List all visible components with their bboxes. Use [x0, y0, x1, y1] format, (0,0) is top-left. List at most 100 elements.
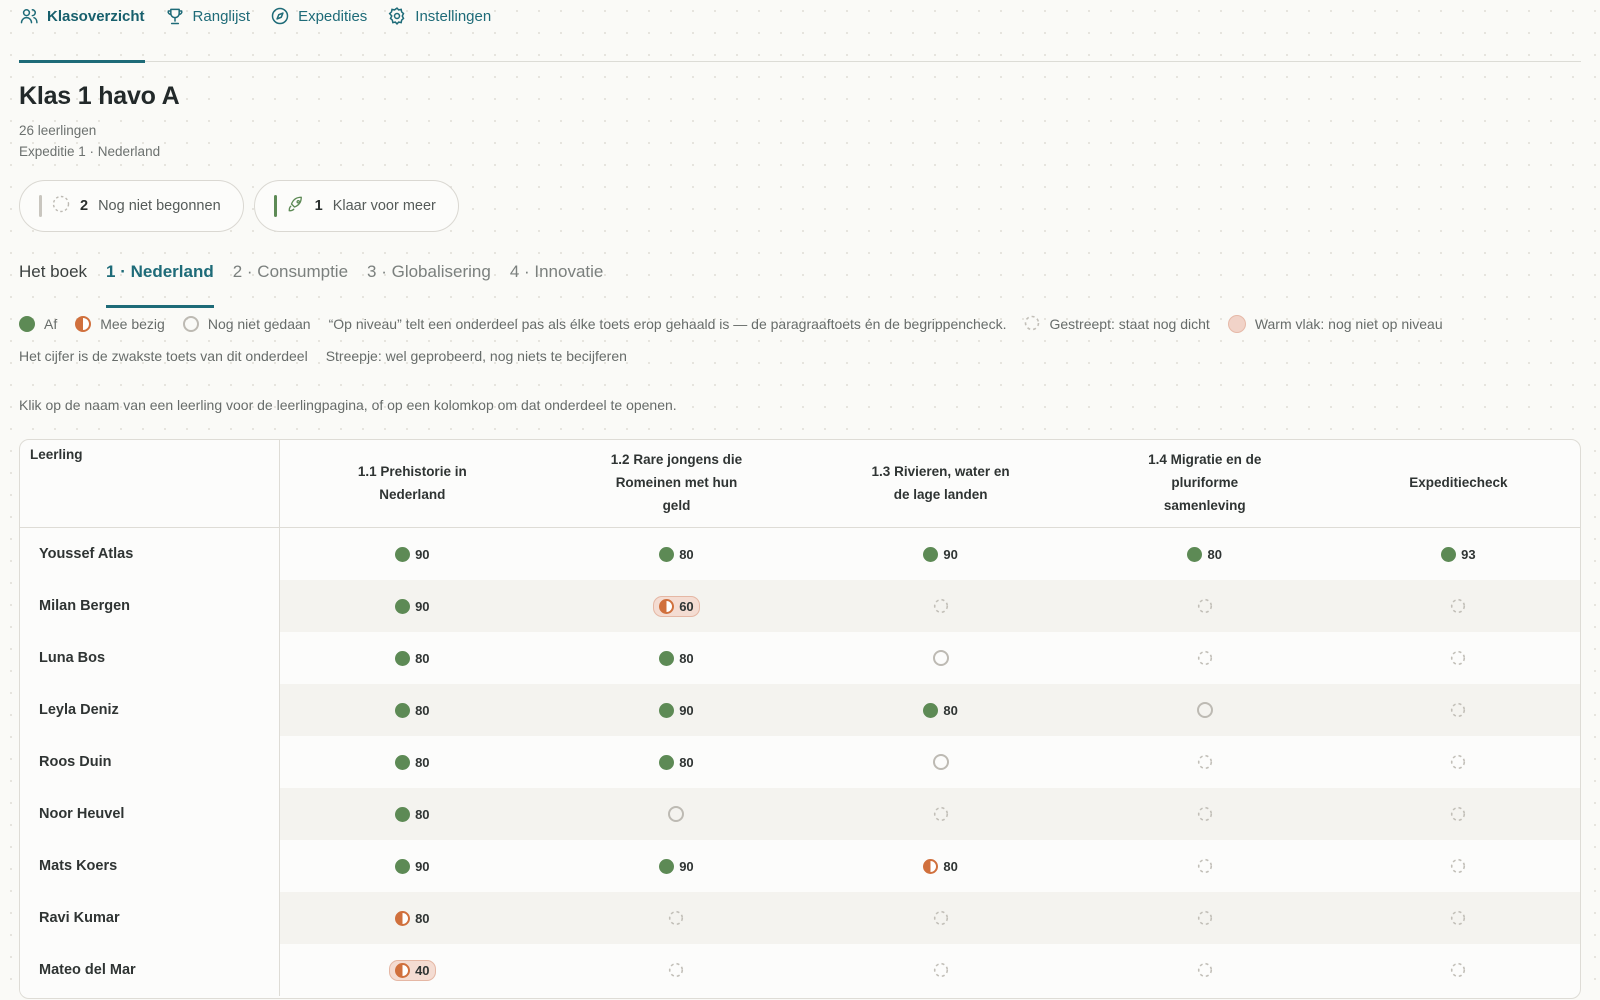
- empty-circle-icon: [932, 754, 949, 770]
- score-badge[interactable]: 90: [390, 597, 434, 616]
- chapter-tabs: Het boek 1 · Nederland 2 · Consumptie 3 …: [19, 258, 1581, 308]
- score-badge[interactable]: 80: [654, 649, 698, 668]
- student-name[interactable]: Noor Heuvel: [20, 788, 281, 840]
- nav-item-instellingen[interactable]: Instellingen: [387, 0, 491, 62]
- progress-cell: [1337, 684, 1580, 736]
- score-badge[interactable]: 90: [390, 545, 434, 564]
- trophy-icon: [165, 6, 185, 26]
- nav-item-expedities[interactable]: Expedities: [270, 0, 367, 62]
- half-circle-icon: [395, 910, 411, 926]
- student-name[interactable]: Leyla Deniz: [20, 684, 281, 736]
- progress-cell: [809, 736, 1073, 788]
- status-pills: 2 Nog niet begonnen 1 Klaar voor meer: [19, 180, 1581, 232]
- done-dot-icon: [19, 316, 35, 332]
- nav-label: Ranglijst: [192, 7, 251, 25]
- score-badge[interactable]: 80: [390, 701, 434, 720]
- score-badge[interactable]: 40: [389, 959, 436, 981]
- legend-locked: Gestreept: staat nog dicht: [1024, 315, 1210, 333]
- student-name[interactable]: Milan Bergen: [20, 580, 281, 632]
- nav-item-klasoverzicht[interactable]: Klasoverzicht: [19, 0, 145, 63]
- score-value: 90: [415, 598, 430, 614]
- expedition-label: Expeditie 1 · Nederland: [19, 144, 161, 159]
- student-name[interactable]: Ravi Kumar: [20, 892, 281, 944]
- half-circle-icon: [923, 858, 939, 874]
- pill-label: Nog niet begonnen: [98, 198, 221, 214]
- progress-cell: 80: [544, 632, 808, 684]
- column-header-label: 1.3 Rivieren, water en de lage landen: [871, 463, 1010, 502]
- score-badge[interactable]: 90: [918, 545, 962, 564]
- score-badge[interactable]: 80: [390, 753, 434, 772]
- locked-dashed-circle-icon: [933, 598, 948, 614]
- legend-done: Af: [19, 315, 57, 333]
- progress-cell: 90: [280, 580, 544, 632]
- tab-globalisering[interactable]: 3 · Globalisering: [367, 258, 491, 298]
- pill-not-started[interactable]: 2 Nog niet begonnen: [19, 180, 244, 232]
- progress-cell: [1073, 892, 1337, 944]
- pill-ready-for-more[interactable]: 1 Klaar voor meer: [253, 180, 459, 232]
- locked-dashed-circle-icon: [1197, 598, 1212, 614]
- score-value: 90: [679, 858, 694, 874]
- student-name[interactable]: Luna Bos: [20, 632, 281, 684]
- tab-nederland[interactable]: 1 · Nederland: [106, 258, 214, 308]
- column-header-label: 1.4 Migratie en de pluriforme samenlevin…: [1148, 452, 1262, 513]
- score-value: 80: [415, 806, 430, 822]
- score-badge[interactable]: 80: [390, 649, 434, 668]
- score-badge[interactable]: 93: [1436, 545, 1480, 564]
- student-name[interactable]: Mateo del Mar: [20, 944, 281, 996]
- table-row: Ravi Kumar 80: [20, 892, 1580, 944]
- student-name[interactable]: Mats Koers: [20, 840, 281, 892]
- score-badge[interactable]: 90: [390, 857, 434, 876]
- score-value: 80: [415, 910, 430, 926]
- score-badge[interactable]: 90: [654, 701, 698, 720]
- progress-cell: 90: [544, 684, 808, 736]
- score-badge[interactable]: 80: [1182, 545, 1226, 564]
- score-value: 90: [415, 858, 430, 874]
- column-header[interactable]: 1.3 Rivieren, water en de lage landen: [809, 440, 1073, 527]
- done-dot-icon: [1441, 546, 1457, 562]
- locked-dashed-circle-icon: [1197, 806, 1212, 822]
- column-header[interactable]: Expeditiecheck: [1337, 440, 1580, 527]
- locked-dashed-circle-icon: [933, 806, 948, 822]
- progress-cell: [1337, 788, 1580, 840]
- score-badge[interactable]: 80: [918, 701, 962, 720]
- pill-count: 1: [314, 198, 323, 214]
- progress-cell: [809, 632, 1073, 684]
- score-value: 90: [943, 546, 958, 562]
- nav-item-ranglijst[interactable]: Ranglijst: [165, 0, 251, 62]
- student-name[interactable]: Roos Duin: [20, 736, 281, 788]
- table-row: Mateo del Mar 40: [20, 944, 1580, 996]
- column-header[interactable]: 1.1 Prehistorie in Nederland: [280, 440, 544, 527]
- locked-dashed-circle-icon: [669, 962, 684, 978]
- score-badge[interactable]: 80: [654, 753, 698, 772]
- score-badge[interactable]: 80: [654, 545, 698, 564]
- score-badge[interactable]: 80: [918, 857, 962, 876]
- progress-cell: [809, 944, 1073, 996]
- users-icon: [19, 6, 39, 26]
- score-value: 93: [1461, 546, 1476, 562]
- progress-cell: 90: [280, 840, 544, 892]
- done-dot-icon: [395, 702, 411, 718]
- tab-innovatie[interactable]: 4 · Innovatie: [510, 258, 604, 298]
- tab-consumptie[interactable]: 2 · Consumptie: [233, 258, 348, 298]
- top-nav: Klasoverzicht Ranglijst Expedities Inste…: [19, 0, 1581, 63]
- score-badge[interactable]: 90: [654, 857, 698, 876]
- column-header[interactable]: 1.2 Rare jongens die Romeinen met hun ge…: [544, 440, 808, 527]
- score-value: 80: [943, 858, 958, 874]
- done-dot-icon: [395, 650, 411, 666]
- progress-cell: [1337, 840, 1580, 892]
- done-dot-icon: [1187, 546, 1203, 562]
- progress-table: Leerling 1.1 Prehistorie in Nederland 1.…: [19, 439, 1581, 999]
- score-badge[interactable]: 60: [653, 595, 700, 617]
- student-count: 26 leerlingen: [19, 123, 97, 138]
- score-badge[interactable]: 80: [390, 909, 434, 928]
- gear-icon: [387, 6, 407, 26]
- locked-dashed-circle-icon: [1197, 858, 1212, 874]
- column-header[interactable]: 1.4 Migratie en de pluriforme samenlevin…: [1073, 440, 1337, 527]
- tab-het-boek[interactable]: Het boek: [19, 258, 87, 298]
- score-badge[interactable]: 80: [390, 805, 434, 824]
- nav-label: Expedities: [298, 7, 368, 25]
- done-dot-icon: [923, 546, 939, 562]
- progress-cell: 90: [809, 528, 1073, 580]
- empty-circle-icon: [668, 806, 685, 822]
- student-name[interactable]: Youssef Atlas: [20, 528, 281, 580]
